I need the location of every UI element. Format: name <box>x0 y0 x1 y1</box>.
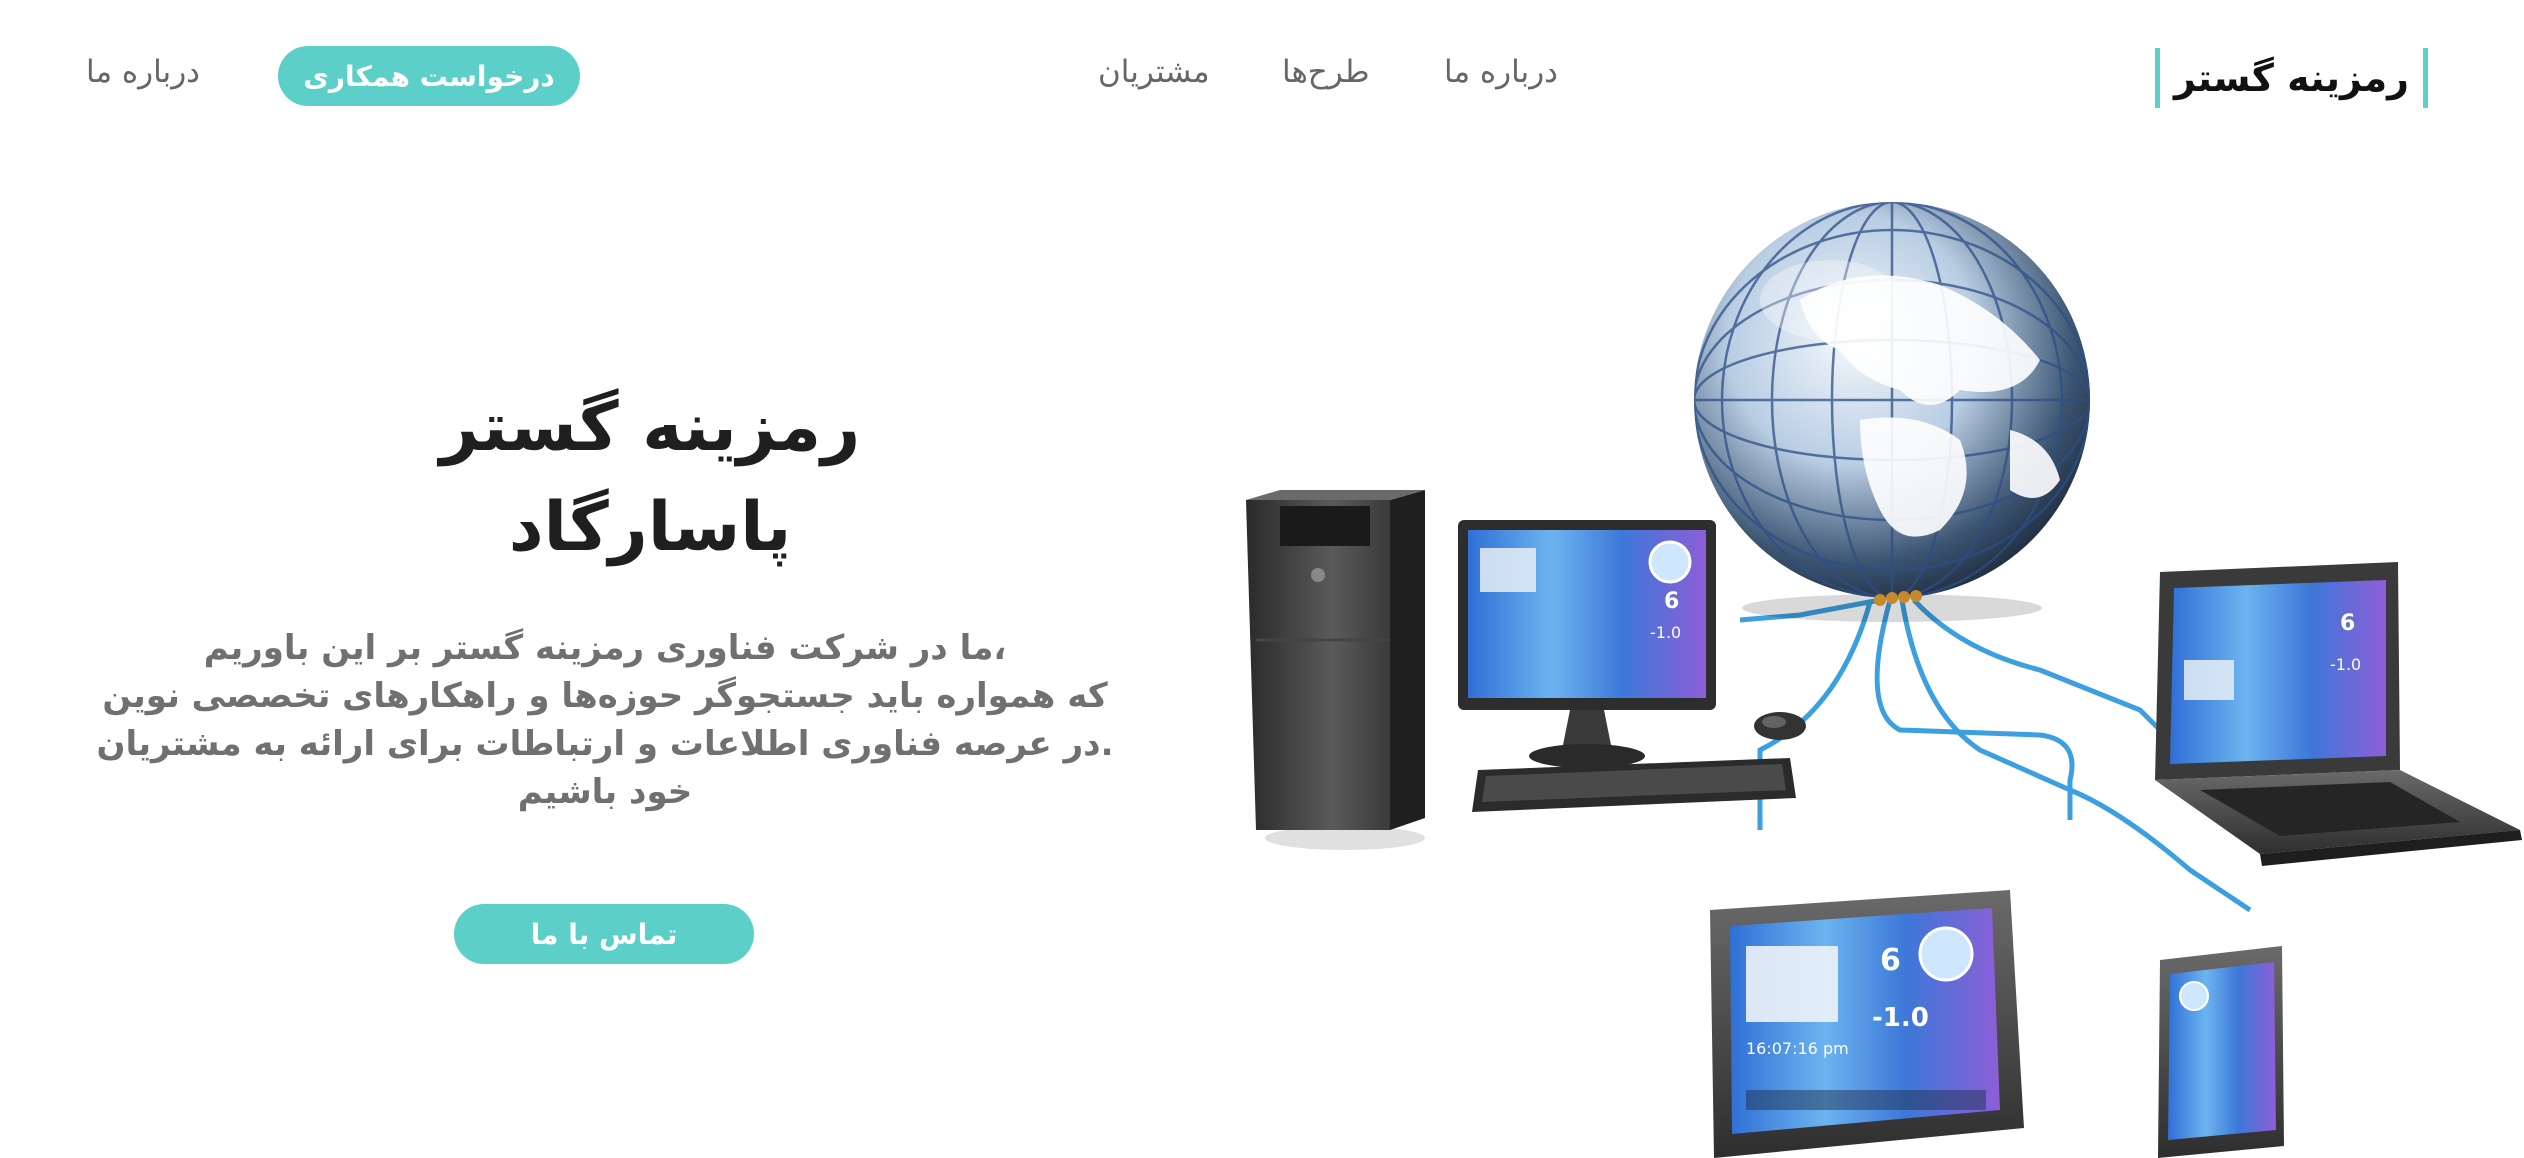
laptop-day-text: 6 <box>2340 611 2355 636</box>
laptop-temp-text: -1.0 <box>2330 655 2361 674</box>
desktop-tower-icon <box>1246 490 1425 850</box>
nav-link-about-secondary[interactable]: درباره ما <box>86 54 200 90</box>
laptop-icon: 6 -1.0 <box>2155 562 2522 866</box>
nav-link-plans[interactable]: طرح‌ها <box>1282 54 1370 90</box>
contact-us-button[interactable]: تماس با ما <box>454 904 754 964</box>
hero-description-line-1: ،ما در شرکت فناوری رمزینه گستر بر این با… <box>203 628 1007 668</box>
phone-icon <box>2158 946 2284 1158</box>
tablet-day-text: 6 <box>1880 943 1901 978</box>
keyboard-icon <box>1472 758 1796 812</box>
tablet-time-text: 16:07:16 pm <box>1746 1039 1849 1058</box>
nav-link-customers[interactable]: مشتریان <box>1098 54 1210 90</box>
mouse-icon <box>1754 712 1806 740</box>
hero-description-line-2: که همواره باید جستجوگر حوزه‌ها و راهکاره… <box>102 676 1108 716</box>
globe-icon <box>1694 202 2090 622</box>
cooperation-request-button[interactable]: درخواست همکاری <box>278 46 580 106</box>
brand-logo[interactable]: رمزینه گستر <box>2154 48 2428 108</box>
monitor-temp-text: -1.0 <box>1650 623 1681 642</box>
monitor-icon: 6 -1.0 <box>1458 520 1716 768</box>
hero-title: رمزینه گستر پاسارگاد <box>400 378 900 578</box>
tablet-temp-text: -1.0 <box>1872 1003 1929 1033</box>
monitor-day-text: 6 <box>1664 589 1679 614</box>
tablet-icon: 6 -1.0 16:07:16 pm <box>1710 890 2024 1158</box>
nav-link-about[interactable]: درباره ما <box>1444 54 1558 90</box>
hero-description: ،ما در شرکت فناوری رمزینه گستر بر این با… <box>90 624 1120 816</box>
network-devices-illustration: 6 -1.0 6 -1.0 6 -1.0 16:07:16 pm <box>1246 202 2522 1158</box>
hero-description-line-3: .در عرصه فناوری اطلاعات و ارتباطات برای … <box>96 724 1114 812</box>
hero-title-line-2: پاسارگاد <box>508 488 792 567</box>
hero-title-line-1: رمزینه گستر <box>439 388 861 467</box>
